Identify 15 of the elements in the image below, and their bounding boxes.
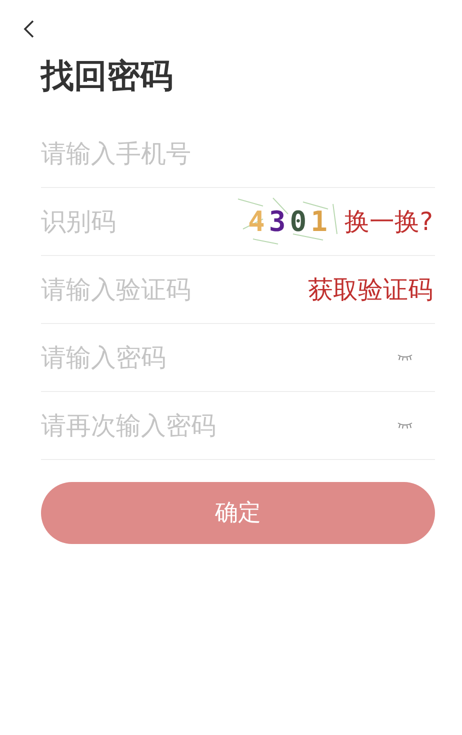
input-field[interactable]: 请输入手机号	[41, 133, 435, 174]
input-field[interactable]: 请输入密码	[41, 337, 397, 378]
input-field[interactable]: 请再次输入密码	[41, 405, 397, 446]
input-field[interactable]: 识别码	[41, 201, 233, 242]
get-code-button[interactable]: 获取验证码	[306, 272, 435, 306]
captcha-character: 3	[268, 204, 286, 238]
input-field[interactable]: 请输入验证码	[41, 269, 306, 310]
captcha-character: 4	[248, 204, 265, 238]
closed-eye-icon[interactable]	[397, 353, 413, 362]
captcha-character: 1	[310, 204, 328, 238]
page-title: 找回密码	[41, 56, 174, 96]
refresh-captcha-link[interactable]: 换一换?	[342, 204, 435, 238]
closed-eye-icon[interactable]	[397, 421, 413, 430]
back-icon	[23, 19, 35, 39]
captcha-character: 0	[290, 204, 307, 238]
